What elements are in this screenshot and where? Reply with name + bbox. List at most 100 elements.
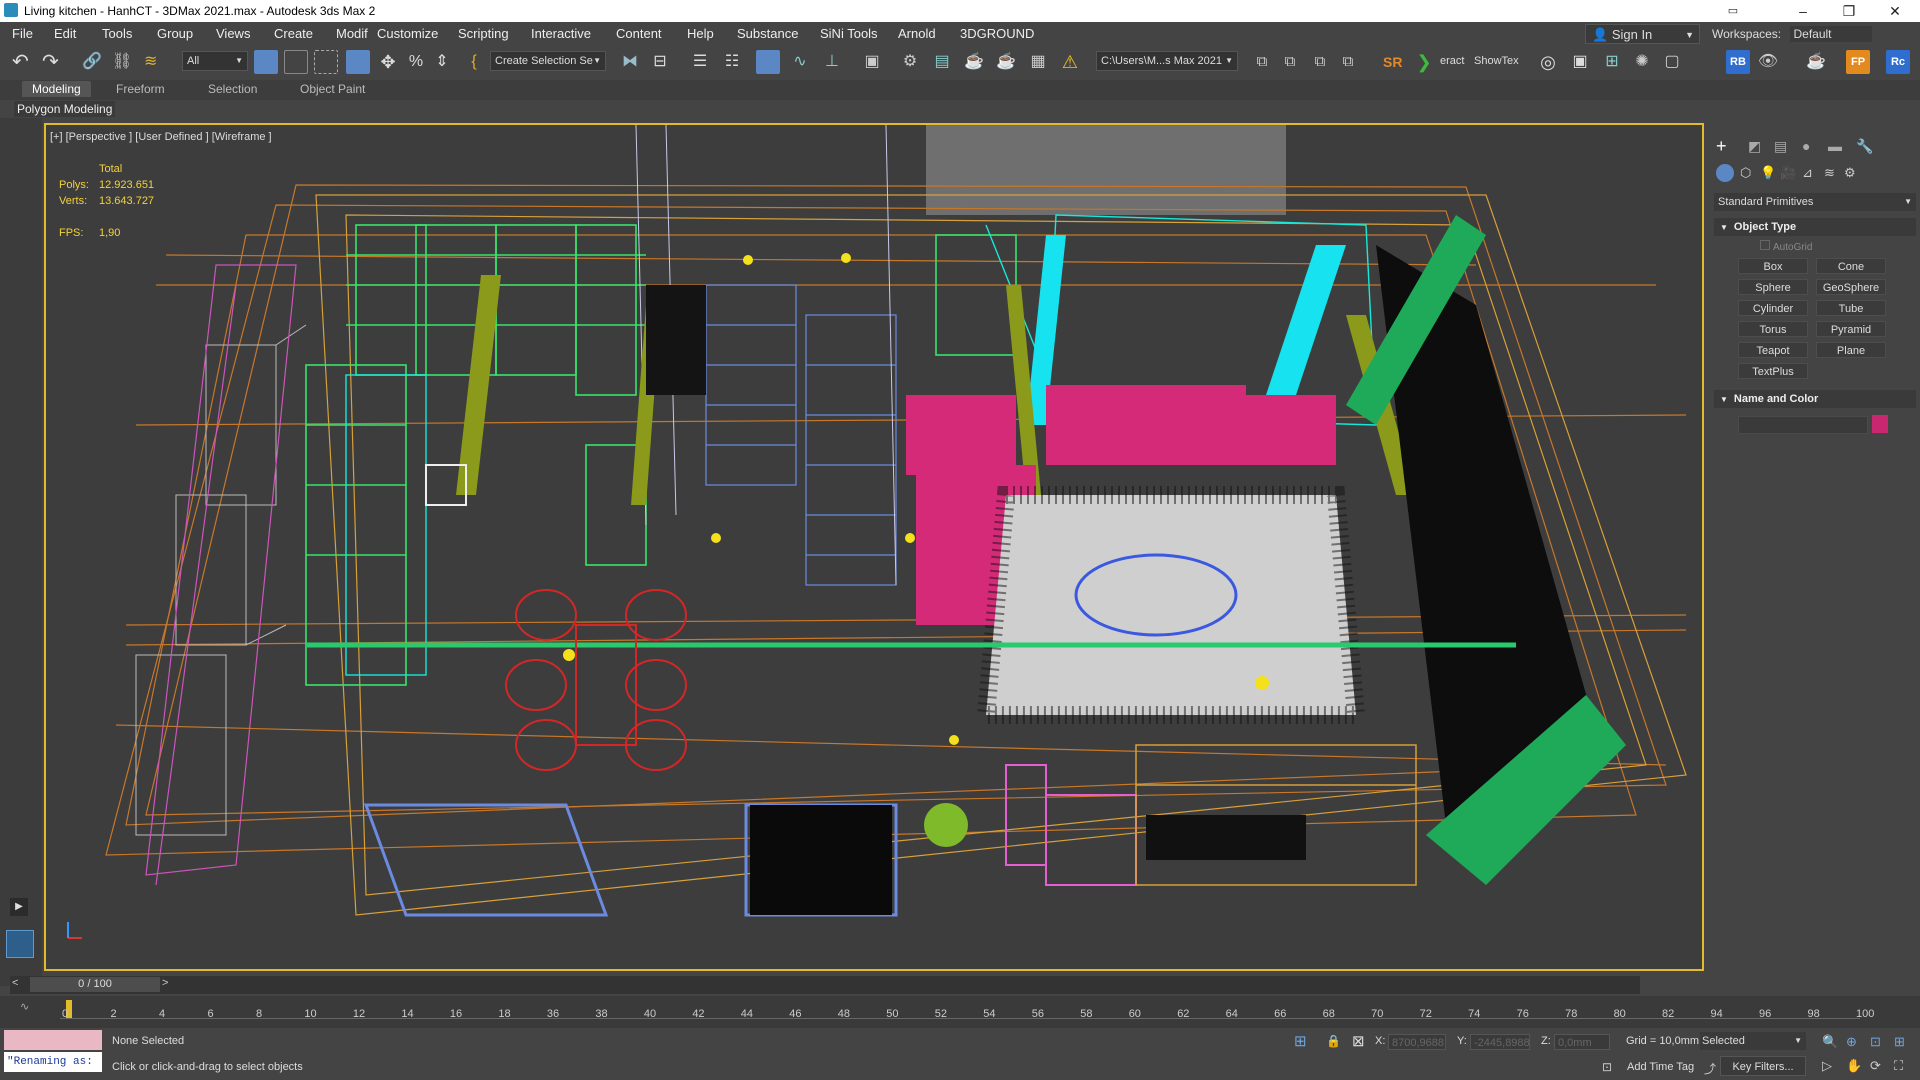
showtex-button[interactable]: ShowTex bbox=[1474, 55, 1519, 67]
frame-tool-icon[interactable]: ▢ bbox=[1660, 50, 1684, 74]
scene-explorer-icon[interactable] bbox=[756, 50, 780, 74]
key-mode-icon[interactable]: ⤴ bbox=[1704, 1060, 1716, 1077]
time-slider-thumb[interactable]: 0 / 100 bbox=[30, 977, 160, 992]
select-object-icon[interactable] bbox=[254, 50, 278, 74]
menu-arnold[interactable]: Arnold bbox=[898, 26, 936, 41]
perspective-viewport[interactable] bbox=[44, 123, 1704, 971]
create-tab-icon[interactable]: + bbox=[1716, 136, 1727, 157]
set-key-filter-dropdown[interactable]: Selected ▼ bbox=[1700, 1032, 1806, 1050]
teapot-button[interactable]: Teapot bbox=[1738, 342, 1808, 358]
tab-selection[interactable]: Selection bbox=[198, 81, 267, 97]
viewport-layout-icon[interactable] bbox=[6, 930, 34, 958]
next-frame-icon[interactable]: > bbox=[162, 977, 168, 989]
menu-views[interactable]: Views bbox=[216, 26, 250, 41]
absolute-transform-icon[interactable]: ⊠ bbox=[1352, 1032, 1365, 1050]
menu-create[interactable]: Create bbox=[274, 26, 313, 41]
tab-object-paint[interactable]: Object Paint bbox=[290, 81, 375, 97]
teapot-icon[interactable]: ☕ bbox=[1804, 50, 1828, 74]
menu-scripting[interactable]: Scripting bbox=[458, 26, 509, 41]
object-color-swatch[interactable] bbox=[1872, 415, 1888, 433]
tube-button[interactable]: Tube bbox=[1816, 300, 1886, 316]
named-selection-set-dropdown[interactable]: Create Selection Se ▼ bbox=[490, 51, 606, 71]
polygon-modeling-panel[interactable]: Polygon Modeling bbox=[14, 101, 116, 117]
autogrid-checkbox[interactable]: AutoGrid bbox=[1760, 240, 1812, 253]
selection-filter-dropdown[interactable]: All ▼ bbox=[182, 51, 248, 71]
zoom-extents-all-icon[interactable]: ⊞ bbox=[1894, 1034, 1905, 1050]
time-slider[interactable]: < 0 / 100 > bbox=[10, 976, 1640, 994]
menu-interactive[interactable]: Interactive bbox=[531, 26, 591, 41]
y-coordinate-field[interactable]: -2445,8988 bbox=[1470, 1034, 1530, 1050]
torus-button[interactable]: Torus bbox=[1738, 321, 1808, 337]
rc-button[interactable]: Rc bbox=[1886, 50, 1910, 74]
maximize-button[interactable]: ❐ bbox=[1826, 0, 1872, 22]
light-tool-icon[interactable]: ✺ bbox=[1630, 50, 1654, 74]
workspaces-selector[interactable]: Workspaces: Default bbox=[1712, 26, 1872, 42]
menu-customize[interactable]: Customize bbox=[377, 26, 438, 41]
toggle-ribbon-icon[interactable]: ☷ bbox=[720, 50, 744, 74]
geometry-icon[interactable] bbox=[1716, 164, 1734, 182]
mini-curve-editor-icon[interactable]: ∿ bbox=[20, 1000, 29, 1013]
project-folder-dropdown[interactable]: C:\Users\M...s Max 2021 ▼ bbox=[1096, 51, 1238, 71]
window-crossing-icon[interactable] bbox=[346, 50, 370, 74]
percent-snap-icon[interactable]: % bbox=[404, 50, 428, 74]
eye-icon[interactable]: 👁 bbox=[1756, 50, 1780, 74]
menu-substance[interactable]: Substance bbox=[737, 26, 798, 41]
align-icon[interactable]: ⊟ bbox=[648, 50, 672, 74]
select-move-icon[interactable]: ✥ bbox=[376, 50, 400, 74]
menu-group[interactable]: Group bbox=[157, 26, 193, 41]
close-button[interactable]: ✕ bbox=[1872, 0, 1918, 22]
menu-edit[interactable]: Edit bbox=[54, 26, 76, 41]
maxscript-input[interactable]: "Renaming as: bbox=[4, 1052, 102, 1072]
render-setup-icon[interactable]: ⚙ bbox=[898, 50, 922, 74]
time-tag-icon[interactable]: ⊡ bbox=[1602, 1060, 1612, 1074]
sini-tool-2-icon[interactable]: ⧉ bbox=[1278, 50, 1302, 74]
sini-tool-4-icon[interactable]: ⧉ bbox=[1336, 50, 1360, 74]
shapes-icon[interactable]: ⬡ bbox=[1740, 165, 1751, 181]
pyramid-button[interactable]: Pyramid bbox=[1816, 321, 1886, 337]
viewport-settings-icon[interactable]: ◎ bbox=[1536, 50, 1560, 74]
object-name-field[interactable] bbox=[1738, 416, 1868, 434]
plane-button[interactable]: Plane bbox=[1816, 342, 1886, 358]
hierarchy-tab-icon[interactable]: ▤ bbox=[1774, 138, 1787, 155]
zoom-all-icon[interactable]: ⊕ bbox=[1846, 1034, 1857, 1050]
sini-tool-3-icon[interactable]: ⧉ bbox=[1308, 50, 1332, 74]
cylinder-button[interactable]: Cylinder bbox=[1738, 300, 1808, 316]
zoom-extents-icon[interactable]: ⊡ bbox=[1870, 1034, 1881, 1050]
viewport-label[interactable]: [+] [Perspective ] [User Defined ] [Wire… bbox=[50, 131, 272, 143]
geosphere-button[interactable]: GeoSphere bbox=[1816, 279, 1886, 295]
select-by-name-icon[interactable] bbox=[284, 50, 308, 74]
maxscript-listener-mini[interactable] bbox=[4, 1030, 102, 1050]
play-icon[interactable]: ▶ bbox=[10, 898, 28, 916]
material-editor-icon[interactable]: ▣ bbox=[860, 50, 884, 74]
rect-selection-icon[interactable] bbox=[314, 50, 338, 74]
track-bar[interactable]: ∿ bbox=[0, 996, 1920, 1028]
interactive-button[interactable]: eract bbox=[1440, 55, 1464, 67]
schematic-view-icon[interactable]: ⊥ bbox=[820, 50, 844, 74]
modify-tab-icon[interactable]: ◩ bbox=[1748, 138, 1761, 155]
warning-icon[interactable]: ⚠ bbox=[1058, 50, 1082, 74]
chevron-logo-icon[interactable]: ❯ bbox=[1412, 50, 1436, 74]
name-color-rollout[interactable]: ▼ Name and Color bbox=[1714, 390, 1916, 408]
redo-icon[interactable]: ↷ bbox=[42, 50, 66, 74]
pan-icon[interactable]: ✋ bbox=[1846, 1058, 1862, 1074]
menu-help[interactable]: Help bbox=[687, 26, 714, 41]
unlink-icon[interactable]: ⛓ bbox=[112, 50, 136, 74]
systems-icon[interactable]: ⚙ bbox=[1844, 165, 1856, 181]
lights-icon[interactable]: 💡 bbox=[1760, 165, 1776, 181]
maximize-viewport-icon[interactable]: ⛶ bbox=[1894, 1058, 1903, 1074]
lock-icon[interactable]: 🔒 bbox=[1326, 1034, 1341, 1048]
render-in-cloud-icon[interactable]: ▦ bbox=[1026, 50, 1050, 74]
menu-tools[interactable]: Tools bbox=[102, 26, 132, 41]
play-animation-icon[interactable]: ▷ bbox=[1822, 1058, 1832, 1074]
minimize-button[interactable]: – bbox=[1780, 0, 1826, 22]
rendered-frame-window-icon[interactable]: ▤ bbox=[930, 50, 954, 74]
sphere-button[interactable]: Sphere bbox=[1738, 279, 1808, 295]
orbit-icon[interactable]: ⟳ bbox=[1870, 1058, 1881, 1074]
mirror-icon[interactable]: ⧓ bbox=[618, 50, 642, 74]
sign-in-dropdown[interactable]: 👤 Sign In ▼ bbox=[1585, 24, 1700, 44]
edit-named-selection-icon[interactable]: { bbox=[462, 50, 486, 74]
sr-button[interactable]: SR bbox=[1383, 54, 1402, 70]
menu-file[interactable]: File bbox=[12, 26, 33, 41]
display-tab-icon[interactable]: ▬ bbox=[1828, 138, 1842, 154]
link-icon[interactable]: 🔗 bbox=[82, 50, 106, 74]
